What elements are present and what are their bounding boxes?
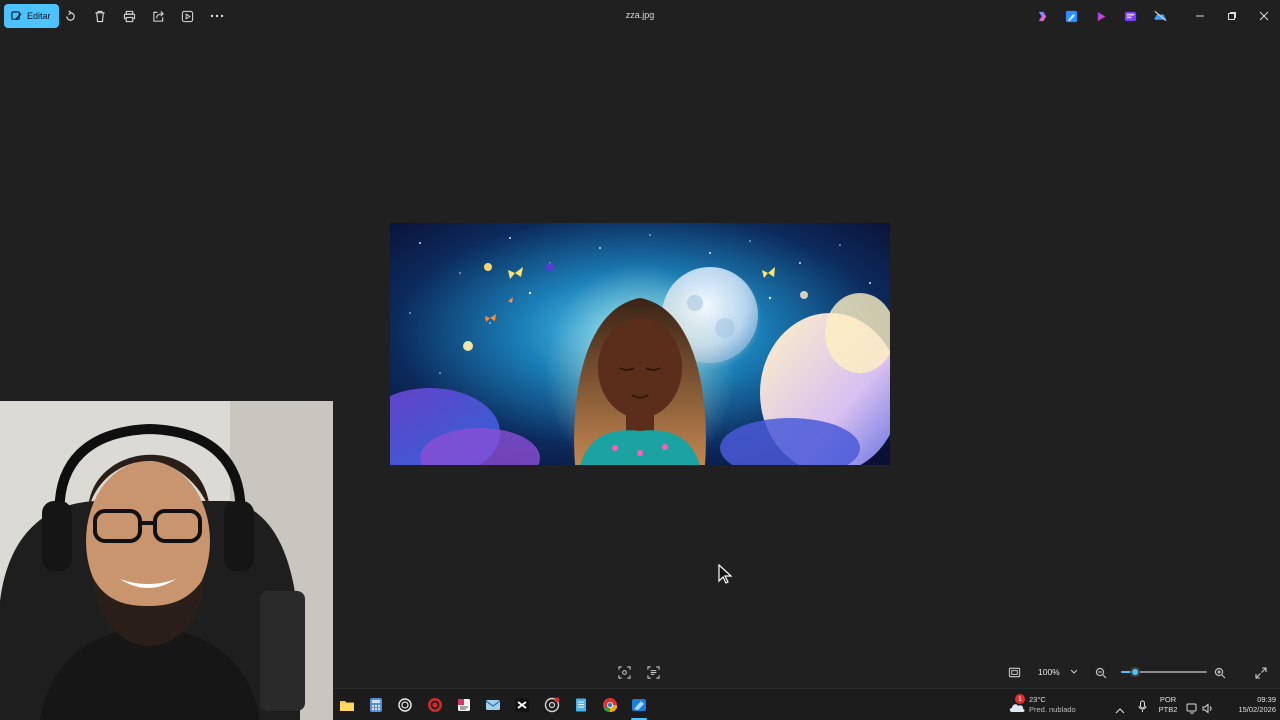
fit-to-window-icon[interactable] <box>1008 664 1024 680</box>
copilot-icon[interactable] <box>1034 8 1050 24</box>
focus-icon[interactable] <box>618 664 634 680</box>
notepad-icon[interactable] <box>573 697 589 713</box>
clock[interactable]: 09:39 15/02/2026 <box>1220 695 1276 717</box>
viewer-bottom-bar: 100% <box>333 657 1280 687</box>
viewed-image <box>390 223 890 465</box>
zoom-value: 100% <box>1038 667 1060 677</box>
volume-icon[interactable] <box>1202 699 1216 714</box>
photos-icon[interactable] <box>631 697 647 713</box>
clock-date: 15/02/2026 <box>1238 705 1276 714</box>
calculator-icon[interactable] <box>368 697 384 713</box>
notes-icon[interactable] <box>456 697 472 713</box>
edit-icon <box>11 10 22 20</box>
capcut-icon[interactable] <box>514 697 530 713</box>
chatgpt-icon[interactable] <box>397 697 413 713</box>
language-line1: POR <box>1159 695 1177 704</box>
chrome-dev-icon[interactable] <box>544 697 560 713</box>
chevron-down-icon <box>1070 669 1078 674</box>
webcam-overlay <box>0 401 333 720</box>
mouse-cursor-icon <box>718 563 734 588</box>
obs-icon[interactable] <box>427 697 443 713</box>
zoom-out-icon[interactable] <box>1095 664 1111 680</box>
slideshow-icon[interactable] <box>179 8 195 24</box>
delete-icon[interactable] <box>92 8 108 24</box>
minimize-icon[interactable] <box>1192 8 1208 24</box>
language-line2: PTB2 <box>1158 705 1178 714</box>
rotate-icon[interactable] <box>62 8 78 24</box>
zoom-in-icon[interactable] <box>1214 664 1230 680</box>
app-toolbar: Editar zza.jpg <box>0 0 1280 32</box>
mail-icon[interactable] <box>485 697 501 713</box>
more-icon[interactable] <box>209 8 225 24</box>
chevron-up-icon[interactable] <box>1115 699 1127 714</box>
microphone-icon[interactable] <box>1138 698 1150 712</box>
fullscreen-icon[interactable] <box>1255 664 1271 680</box>
network-icon[interactable] <box>1186 699 1200 714</box>
designer-icon[interactable] <box>1122 8 1138 24</box>
zoom-dropdown[interactable]: 100% <box>1031 662 1089 682</box>
edit-label: Editar <box>27 11 51 21</box>
chrome-icon[interactable] <box>602 697 618 713</box>
edit-button[interactable]: Editar <box>4 4 59 28</box>
zoom-slider[interactable] <box>1121 664 1207 680</box>
restore-icon[interactable] <box>1224 8 1240 24</box>
close-icon[interactable] <box>1256 8 1272 24</box>
taskbar: 1 23°C Pred. nublado POR PTB2 09:39 15/0… <box>333 688 1280 720</box>
clock-time: 09:39 <box>1257 695 1276 704</box>
weather-temp: 23°C <box>1029 695 1046 704</box>
ocr-icon[interactable] <box>647 664 663 680</box>
language-indicator[interactable]: POR PTB2 <box>1157 695 1179 717</box>
print-icon[interactable] <box>121 8 137 24</box>
weather-widget[interactable]: 1 23°C Pred. nublado <box>1008 694 1088 717</box>
onedrive-off-icon[interactable] <box>1152 8 1168 24</box>
photos-editor-icon[interactable] <box>1063 8 1079 24</box>
share-icon[interactable] <box>150 8 166 24</box>
weather-description: Pred. nublado <box>1029 705 1076 714</box>
file-explorer-icon[interactable] <box>339 697 355 713</box>
weather-badge: 1 <box>1015 694 1025 704</box>
clipchamp-icon[interactable] <box>1093 8 1109 24</box>
